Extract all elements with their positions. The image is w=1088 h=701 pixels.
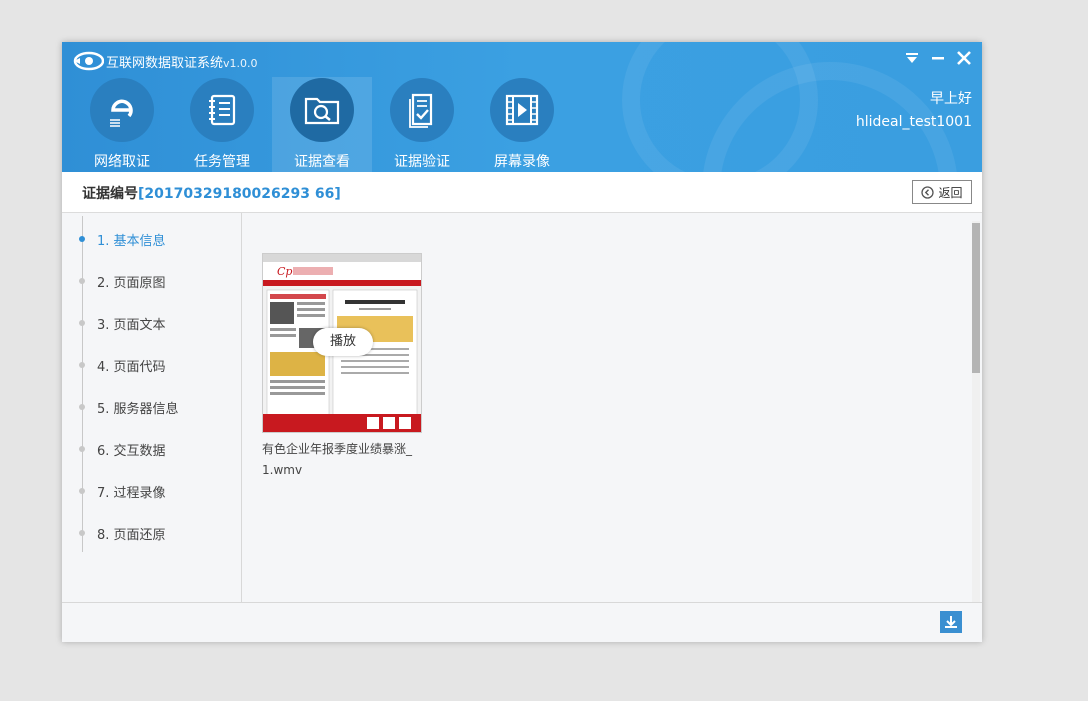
vertical-scrollbar[interactable]: [972, 221, 980, 602]
back-arrow-icon: [921, 185, 935, 199]
nav-label: 网络取证: [94, 154, 150, 170]
minimize-icon[interactable]: [928, 50, 948, 70]
app-title-text: 互联网数据取证系统: [106, 56, 224, 71]
step-label: 5. 服务器信息: [97, 402, 179, 417]
app-version: v1.0.0: [223, 57, 258, 70]
video-thumbnail[interactable]: Cp 播放: [262, 253, 422, 433]
evidence-id-bar: 证据编号[20170329180026293 66] 返回: [62, 172, 982, 213]
notebook-icon: [190, 78, 254, 142]
nav-evidence-verify[interactable]: 证据验证: [372, 77, 472, 172]
header: 互联网数据取证系统v1.0.0 网络取证 任务管理 证据查看 证据验证 屏幕录像…: [62, 42, 982, 172]
footer-bar: [62, 602, 982, 642]
film-play-icon: [490, 78, 554, 142]
e-browser-icon: [90, 78, 154, 142]
step-label: 4. 页面代码: [97, 360, 166, 375]
step-label: 6. 交互数据: [97, 444, 166, 459]
svg-text:Cp: Cp: [277, 265, 292, 278]
nav-label: 证据查看: [294, 154, 350, 170]
play-button[interactable]: 播放: [313, 328, 373, 356]
evidence-id-label: 证据编号: [82, 186, 138, 202]
nav-evidence-view[interactable]: 证据查看: [272, 77, 372, 172]
timeline-line: [82, 216, 83, 552]
step-dot: [79, 404, 85, 410]
step-label: 1. 基本信息: [97, 234, 166, 249]
content-area: Cp 播放 有色企业年报季度业绩暴涨_1.wmv: [242, 213, 982, 602]
step-dot: [79, 362, 85, 368]
app-window: 互联网数据取证系统v1.0.0 网络取证 任务管理 证据查看 证据验证 屏幕录像…: [62, 42, 982, 642]
sidebar-steps: 1. 基本信息 2. 页面原图 3. 页面文本 4. 页面代码 5. 服务器信息…: [62, 213, 242, 602]
video-card[interactable]: Cp 播放 有色企业年报季度业绩暴涨_1.wmv: [262, 253, 422, 481]
download-icon[interactable]: [940, 611, 962, 633]
folder-search-icon: [290, 78, 354, 142]
username-text: hlideal_test1001: [855, 114, 972, 130]
nav-task-management[interactable]: 任务管理: [172, 77, 272, 172]
nav-label: 屏幕录像: [494, 154, 550, 170]
menu-down-icon[interactable]: [902, 50, 922, 70]
scrollbar-thumb[interactable]: [972, 223, 980, 373]
document-check-icon: [390, 78, 454, 142]
evidence-id-value: [20170329180026293 66]: [138, 186, 341, 202]
step-dot: [79, 530, 85, 536]
nav-label: 任务管理: [194, 154, 250, 170]
close-icon[interactable]: [954, 50, 974, 70]
step-dot: [79, 236, 85, 242]
eye-logo-icon: [73, 51, 104, 71]
nav-screen-recording[interactable]: 屏幕录像: [472, 77, 572, 172]
step-dot: [79, 488, 85, 494]
step-label: 2. 页面原图: [97, 276, 166, 291]
step-dot: [79, 320, 85, 326]
back-button[interactable]: 返回: [912, 180, 972, 204]
step-dot: [79, 446, 85, 452]
back-button-label: 返回: [938, 185, 963, 200]
step-label: 8. 页面还原: [97, 528, 166, 543]
nav-label: 证据验证: [394, 154, 450, 170]
video-filename: 有色企业年报季度业绩暴涨_1.wmv: [262, 442, 413, 477]
nav-network-forensics[interactable]: 网络取证: [72, 77, 172, 172]
app-title: 互联网数据取证系统v1.0.0: [106, 52, 258, 71]
step-dot: [79, 278, 85, 284]
step-label: 3. 页面文本: [97, 318, 166, 333]
greeting-text: 早上好: [930, 91, 972, 107]
evidence-id: 证据编号[20170329180026293 66]: [82, 183, 341, 203]
step-label: 7. 过程录像: [97, 486, 166, 501]
